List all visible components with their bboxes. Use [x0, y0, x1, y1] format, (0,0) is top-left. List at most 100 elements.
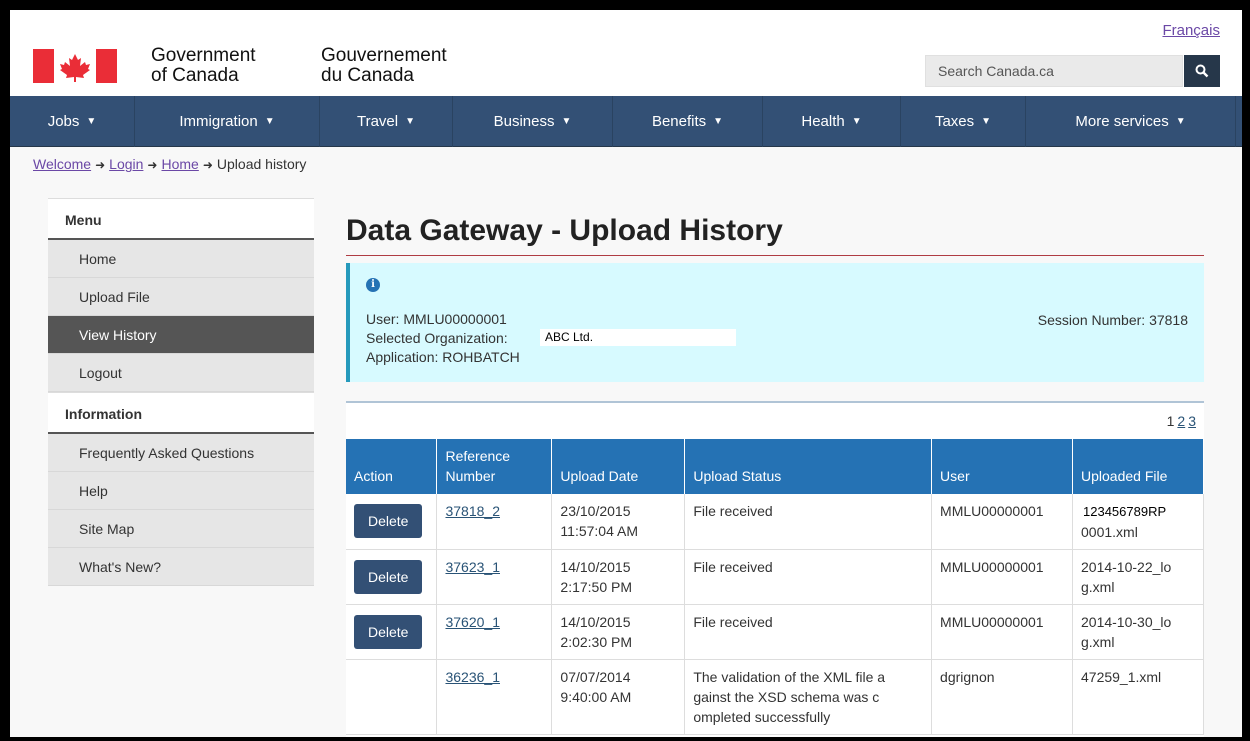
- nav-item-more-services[interactable]: More services ▼: [1026, 96, 1236, 147]
- page-title: Data Gateway - Upload History: [346, 214, 783, 247]
- info-org-value: ABC Ltd.: [540, 329, 736, 346]
- reference-link[interactable]: 36236_1: [445, 669, 500, 685]
- table-row: Delete 37818_2 23/10/2015 11:57:04 AM Fi…: [346, 494, 1204, 550]
- cell-user: dgrignon: [931, 659, 1073, 735]
- breadcrumb: Welcome ➜ Login ➜ Home ➜ Upload history: [33, 156, 306, 172]
- nav-item-taxes[interactable]: Taxes ▼: [901, 96, 1026, 147]
- cell-upload-status: File received: [684, 494, 933, 550]
- column-header-upload-status[interactable]: Upload Status: [684, 439, 933, 494]
- pager-page-link[interactable]: 2: [1177, 413, 1185, 429]
- upload-history-table: Action Reference Number Upload Date Uplo…: [346, 439, 1204, 735]
- column-header-upload-date[interactable]: Upload Date: [551, 439, 686, 494]
- reference-link[interactable]: 37623_1: [445, 559, 500, 575]
- nav-label: Taxes: [934, 113, 975, 130]
- chevron-down-icon: ▼: [561, 116, 572, 127]
- sidebar-heading-menu: Menu: [48, 198, 314, 240]
- cell-user: MMLU00000001: [931, 494, 1073, 550]
- cell-reference: 37620_1: [436, 604, 553, 660]
- signature-english[interactable]: Government of Canada: [151, 46, 256, 86]
- reference-link[interactable]: 37818_2: [445, 503, 500, 519]
- cell-action: Delete: [346, 604, 438, 660]
- nav-item-travel[interactable]: Travel ▼: [320, 96, 453, 147]
- signature-french[interactable]: Gouvernement du Canada: [321, 46, 447, 86]
- cell-action: [346, 659, 438, 735]
- signature-en-line1: Government: [151, 45, 256, 66]
- cell-reference: 37623_1: [436, 549, 553, 605]
- pager-page-link[interactable]: 3: [1188, 413, 1196, 429]
- breadcrumb-login[interactable]: Login: [109, 156, 143, 172]
- nav-item-benefits[interactable]: Benefits ▼: [613, 96, 763, 147]
- nav-label: More services: [1075, 113, 1169, 130]
- signature-en-line2: of Canada: [151, 65, 239, 86]
- delete-button[interactable]: Delete: [354, 615, 423, 649]
- arrow-right-icon: ➜: [147, 158, 158, 172]
- column-header-action[interactable]: Action: [346, 439, 438, 494]
- browser-page: Government of Canada Gouvernement du Can…: [10, 10, 1242, 737]
- cell-upload-status: File received: [684, 549, 933, 605]
- table-header-row: Action Reference Number Upload Date Uplo…: [346, 439, 1204, 494]
- breadcrumb-home[interactable]: Home: [161, 156, 198, 172]
- sidebar-item-faq[interactable]: Frequently Asked Questions: [48, 434, 314, 472]
- chevron-down-icon: ▼: [851, 116, 862, 127]
- cell-uploaded-file: 123456789RP 0001.xml: [1072, 494, 1204, 550]
- language-toggle-link[interactable]: Français: [1162, 22, 1220, 39]
- info-application: Application: ROHBATCH: [366, 349, 520, 365]
- chevron-down-icon: ▼: [86, 116, 97, 127]
- cell-upload-date: 23/10/2015 11:57:04 AM: [551, 494, 686, 550]
- cell-user: MMLU00000001: [931, 549, 1073, 605]
- sidebar-heading-information: Information: [48, 392, 314, 434]
- sidebar-item-site-map[interactable]: Site Map: [48, 510, 314, 548]
- sidebar: Menu Home Upload File View History Logou…: [48, 198, 314, 586]
- cell-uploaded-file: 47259_1.xml: [1072, 659, 1204, 735]
- canada-flag-icon: [33, 49, 117, 83]
- column-header-uploaded-file[interactable]: Uploaded File: [1072, 439, 1204, 494]
- info-org-label: Selected Organization:: [366, 330, 508, 346]
- arrow-right-icon: ➜: [95, 158, 106, 172]
- pagination: 123: [1167, 413, 1196, 429]
- reference-link[interactable]: 37620_1: [445, 614, 500, 630]
- cell-upload-status: The validation of the XML file a gainst …: [684, 659, 933, 735]
- sidebar-item-home[interactable]: Home: [48, 240, 314, 278]
- breadcrumb-current: Upload history: [216, 156, 307, 172]
- title-divider: [346, 255, 1204, 256]
- delete-button[interactable]: Delete: [354, 504, 423, 538]
- chevron-down-icon: ▼: [981, 116, 992, 127]
- chevron-down-icon: ▼: [1175, 116, 1186, 127]
- cell-uploaded-file: 2014-10-30_lo g.xml: [1072, 604, 1204, 660]
- delete-button[interactable]: Delete: [354, 560, 423, 594]
- table-row: 36236_1 07/07/2014 9:40:00 AM The valida…: [346, 659, 1204, 735]
- upload-history-table-panel: 123 Action Reference Number Upload Date …: [346, 401, 1204, 737]
- uploaded-file-name: 123456789RP: [1081, 502, 1169, 522]
- sidebar-item-logout[interactable]: Logout: [48, 354, 314, 392]
- search-input[interactable]: Search Canada.ca: [925, 55, 1183, 87]
- column-header-user[interactable]: User: [931, 439, 1073, 494]
- sidebar-item-whats-new[interactable]: What's New?: [48, 548, 314, 586]
- search-button[interactable]: [1184, 55, 1220, 87]
- cell-user: MMLU00000001: [931, 604, 1073, 660]
- nav-label: Jobs: [47, 113, 80, 130]
- sidebar-item-view-history[interactable]: View History: [48, 316, 314, 354]
- column-header-reference-number[interactable]: Reference Number: [436, 439, 553, 494]
- chevron-down-icon: ▼: [264, 116, 275, 127]
- nav-item-health[interactable]: Health ▼: [763, 96, 901, 147]
- chevron-down-icon: ▼: [713, 116, 724, 127]
- cell-reference: 36236_1: [436, 659, 553, 735]
- cell-upload-status: File received: [684, 604, 933, 660]
- nav-label: Immigration: [179, 113, 258, 130]
- sidebar-item-upload-file[interactable]: Upload File: [48, 278, 314, 316]
- cell-reference: 37818_2: [436, 494, 553, 550]
- nav-item-immigration[interactable]: Immigration ▼: [135, 96, 320, 147]
- arrow-right-icon: ➜: [202, 158, 213, 172]
- nav-item-jobs[interactable]: Jobs ▼: [10, 96, 135, 147]
- nav-item-business[interactable]: Business ▼: [453, 96, 613, 147]
- search-icon: [1195, 64, 1209, 78]
- breadcrumb-welcome[interactable]: Welcome: [33, 156, 91, 172]
- cell-upload-date: 07/07/2014 9:40:00 AM: [551, 659, 686, 735]
- sidebar-item-help[interactable]: Help: [48, 472, 314, 510]
- info-user: User: MMLU00000001: [366, 311, 507, 327]
- site-header: Government of Canada Gouvernement du Can…: [10, 10, 1242, 96]
- cell-upload-date: 14/10/2015 2:17:50 PM: [551, 549, 686, 605]
- signature-fr-line1: Gouvernement: [321, 45, 447, 66]
- info-session-number: Session Number: 37818: [1037, 312, 1188, 328]
- uploaded-file-name-cont: 0001.xml: [1081, 524, 1138, 540]
